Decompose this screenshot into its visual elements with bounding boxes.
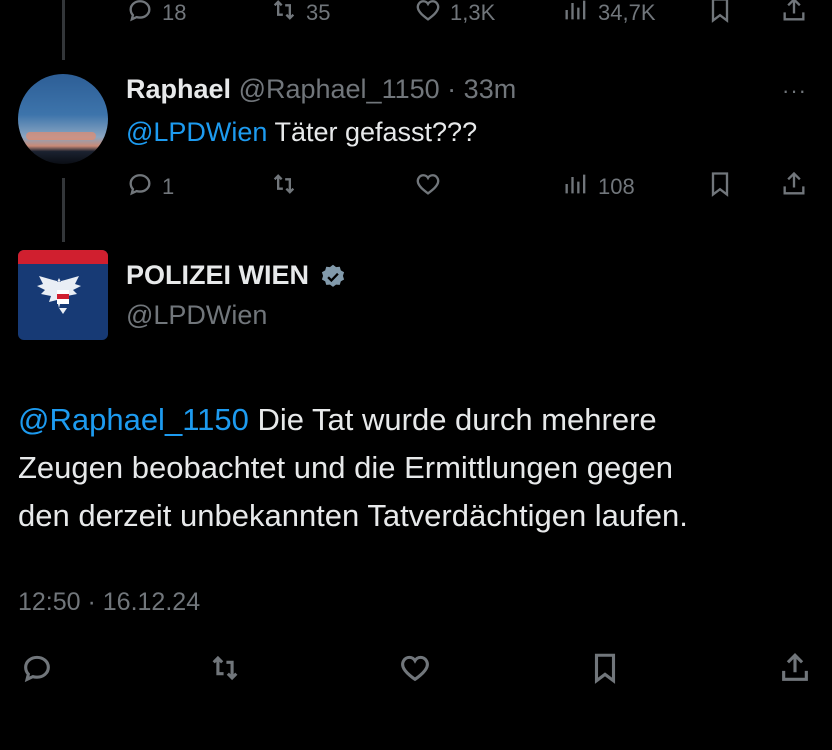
tweet-body-line2: Zeugen beobachtet und die Ermittlungen g…	[18, 450, 673, 485]
heart-icon	[414, 0, 442, 30]
repost-count: 35	[306, 0, 331, 25]
thread-line-middle	[62, 178, 65, 242]
share-button[interactable]	[780, 0, 808, 30]
bookmark-icon	[706, 170, 734, 204]
more-options-button[interactable]: ···	[782, 78, 807, 104]
eagle-emblem-icon	[37, 274, 81, 314]
reply-count: 18	[162, 0, 187, 25]
reply-button[interactable]: 18	[126, 0, 186, 30]
bookmark-button[interactable]	[706, 170, 734, 204]
thread-line-top	[62, 0, 65, 60]
author-handle[interactable]: @Raphael_1150	[239, 74, 440, 104]
mention-link[interactable]: @Raphael_1150	[18, 402, 249, 437]
tweet-timestamp[interactable]: 12:50 · 16.12.24	[18, 588, 200, 617]
bookmark-button[interactable]	[588, 651, 622, 691]
reply-button[interactable]	[20, 651, 54, 691]
like-button[interactable]	[414, 170, 442, 204]
share-button[interactable]	[780, 170, 808, 204]
bookmark-icon	[706, 0, 734, 30]
repost-button[interactable]	[270, 170, 298, 204]
author-name[interactable]: Raphael	[126, 74, 231, 104]
bookmark-button[interactable]	[706, 0, 734, 30]
mention-link[interactable]: @LPDWien	[126, 117, 267, 147]
heart-icon	[414, 170, 442, 204]
reply-icon	[20, 651, 54, 691]
share-icon	[780, 170, 808, 204]
author-name[interactable]: POLIZEI WIEN	[126, 260, 309, 290]
tweet-text: @Raphael_1150 Die Tat wurde durch mehrer…	[18, 396, 688, 540]
like-button[interactable]	[398, 651, 432, 691]
heart-icon	[398, 651, 432, 691]
share-icon	[780, 0, 808, 30]
avatar[interactable]	[18, 250, 108, 340]
avatar[interactable]	[18, 74, 108, 164]
reply-count: 1	[162, 174, 175, 199]
share-icon	[778, 651, 812, 691]
reply-icon	[126, 170, 154, 204]
reply-button[interactable]: 1	[126, 170, 174, 204]
reply-icon	[126, 0, 154, 30]
repost-icon	[270, 0, 298, 30]
tweet-time[interactable]: 33m	[464, 74, 517, 104]
like-count: 1,3K	[450, 0, 496, 25]
views-button[interactable]: 108	[562, 170, 635, 204]
tweet-body-line1: Die Tat wurde durch mehrere	[248, 402, 657, 437]
repost-icon	[208, 651, 242, 691]
repost-button[interactable]: 35	[270, 0, 330, 30]
views-count: 108	[598, 174, 635, 199]
author-handle[interactable]: @LPDWien	[126, 300, 267, 331]
repost-icon	[270, 170, 298, 204]
views-icon	[562, 170, 590, 204]
time-separator: ·	[447, 74, 457, 104]
like-button[interactable]: 1,3K	[414, 0, 495, 30]
views-count: 34,7K	[598, 0, 656, 25]
verified-badge-icon	[319, 263, 347, 296]
views-icon	[562, 0, 590, 30]
tweet-text: @LPDWien Täter gefasst???	[126, 117, 477, 148]
tweet-body: Täter gefasst???	[267, 117, 478, 147]
bookmark-icon	[588, 651, 622, 691]
share-button[interactable]	[778, 651, 812, 691]
repost-button[interactable]	[208, 651, 242, 691]
views-button[interactable]: 34,7K	[562, 0, 656, 30]
tweet-body-line3: den derzeit unbekannten Tatverdächtigen …	[18, 498, 688, 533]
